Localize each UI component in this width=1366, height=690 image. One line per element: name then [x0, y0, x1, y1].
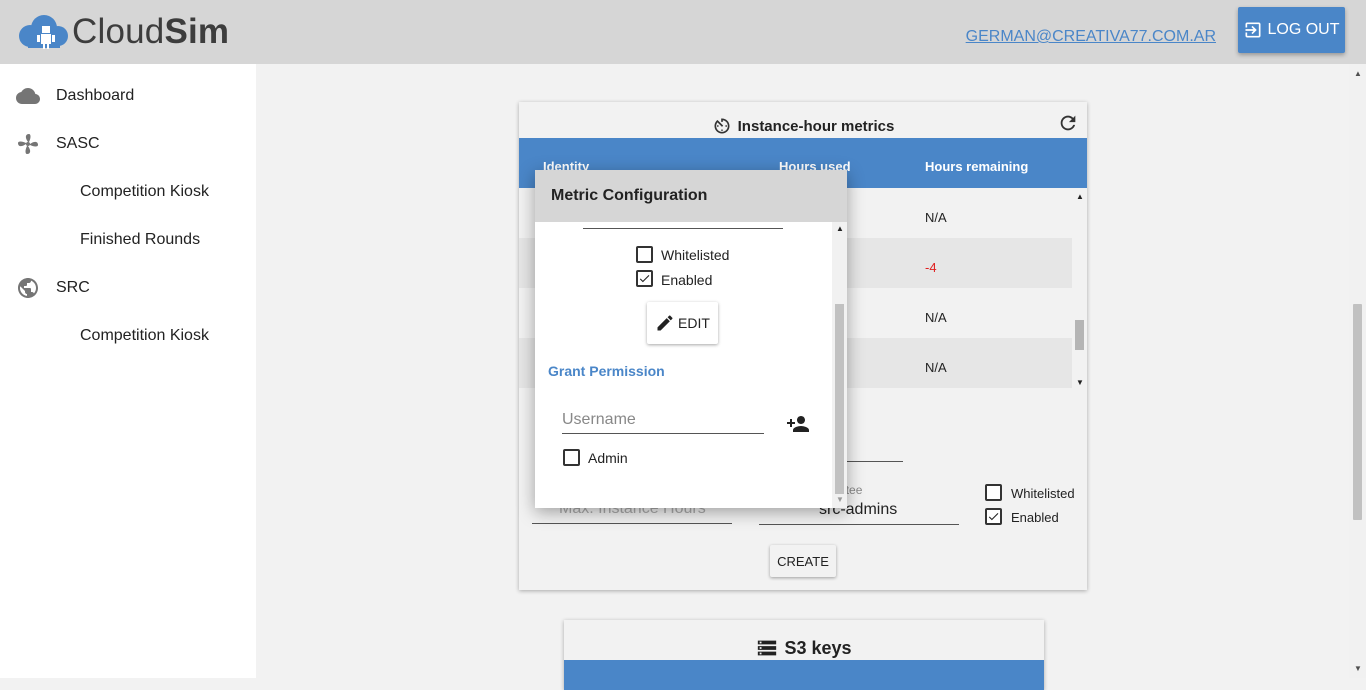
timer-icon [714, 118, 730, 134]
app-header: CloudSim GERMAN@CREATIVA77.COM.AR LOG OU… [0, 0, 1366, 64]
dialog-scrollbar-thumb[interactable] [835, 304, 844, 494]
pencil-icon [657, 315, 673, 331]
page-scrollbar-thumb[interactable] [1353, 304, 1362, 520]
form-field-underline[interactable] [583, 228, 783, 229]
sidebar-item-label: Finished Rounds [80, 231, 201, 248]
s3-table-header [564, 660, 1044, 690]
dialog-enabled-label: Enabled [661, 272, 713, 288]
logout-label: LOG OUT [1267, 21, 1340, 38]
table-scroll-up-icon[interactable]: ▲ [1076, 192, 1084, 201]
sidebar-item-sasc-competition-kiosk[interactable]: Competition Kiosk [0, 168, 256, 216]
admin-checkbox[interactable] [563, 449, 580, 466]
metrics-card-title: Instance-hour metrics [519, 116, 1087, 136]
table-scrollbar[interactable]: ▲ ▼ [1072, 190, 1087, 390]
logo-text-bold: Sim [164, 12, 230, 51]
create-button[interactable]: CREATE [770, 545, 836, 577]
add-user-icon[interactable] [786, 412, 810, 436]
create-button-label: CREATE [777, 553, 829, 569]
enabled-label: Enabled [1011, 510, 1059, 525]
dialog-scrollbar[interactable]: ▲ ▼ [832, 222, 847, 508]
column-header-hours-remaining[interactable]: Hours remaining [925, 159, 1028, 174]
page-scrollbar[interactable]: ▲ ▼ [1349, 64, 1366, 678]
dialog-body: Whitelisted Enabled EDIT Grant Permissio… [535, 222, 847, 508]
cloud-robot-logo-icon [19, 15, 68, 49]
edit-button-label: EDIT [678, 315, 710, 331]
hours-remaining-cell: N/A [925, 210, 947, 225]
refresh-icon[interactable] [1057, 112, 1079, 134]
metric-configuration-dialog: Metric Configuration Whitelisted Enabled… [535, 170, 847, 508]
sidebar-item-finished-rounds[interactable]: Finished Rounds [0, 216, 256, 264]
sidebar-item-sasc[interactable]: SASC [0, 120, 256, 168]
hours-remaining-cell: N/A [925, 360, 947, 375]
dialog-whitelisted-checkbox[interactable] [636, 246, 653, 263]
whitelisted-checkbox[interactable] [985, 484, 1002, 501]
sidebar-item-label: Competition Kiosk [80, 327, 209, 344]
user-email-link[interactable]: GERMAN@CREATIVA77.COM.AR [966, 28, 1216, 46]
sidebar-item-label: SRC [56, 279, 90, 296]
logout-button[interactable]: LOG OUT [1238, 7, 1345, 53]
enabled-checkbox[interactable] [985, 508, 1002, 525]
sidebar: Dashboard SASC Competition Kiosk Finishe… [0, 64, 256, 678]
username-placeholder: Username [562, 411, 636, 428]
cloudsim-logo[interactable]: CloudSim [14, 12, 229, 52]
metrics-title-text: Instance-hour metrics [737, 117, 895, 135]
logo-text-light: Cloud [72, 12, 165, 51]
dialog-title: Metric Configuration [551, 187, 708, 204]
hours-remaining-cell: N/A [925, 310, 947, 325]
dialog-enabled-checkbox[interactable] [636, 270, 653, 287]
s3-card-title: S3 keys [564, 637, 1044, 659]
sidebar-item-dashboard[interactable]: Dashboard [0, 72, 256, 120]
table-scrollbar-thumb[interactable] [1075, 320, 1084, 350]
checkmark-icon [988, 513, 999, 521]
dialog-whitelisted-label: Whitelisted [661, 247, 730, 263]
sidebar-item-src[interactable]: SRC [0, 264, 256, 312]
fan-icon [18, 134, 38, 154]
s3-keys-card: S3 keys [564, 620, 1044, 690]
edit-button[interactable]: EDIT [647, 302, 718, 344]
logo-text: CloudSim [72, 12, 229, 52]
sidebar-item-label: Competition Kiosk [80, 183, 209, 200]
hours-remaining-cell: -4 [925, 260, 937, 275]
s3-title-text: S3 keys [784, 637, 852, 658]
dialog-scroll-up-icon[interactable]: ▲ [836, 224, 844, 233]
dialog-header: Metric Configuration [535, 170, 847, 222]
dialog-scroll-down-icon[interactable]: ▼ [836, 495, 844, 504]
checkmark-icon [639, 275, 650, 283]
scroll-down-arrow-icon[interactable]: ▼ [1354, 664, 1362, 673]
sidebar-item-src-competition-kiosk[interactable]: Competition Kiosk [0, 312, 256, 360]
grant-permission-title: Grant Permission [548, 363, 665, 379]
sidebar-item-label: SASC [56, 135, 100, 152]
logout-icon [1245, 22, 1261, 38]
admin-label: Admin [588, 450, 628, 466]
username-input[interactable]: Username [562, 402, 764, 434]
whitelisted-label: Whitelisted [1011, 486, 1075, 501]
storage-icon [758, 640, 777, 656]
sidebar-item-label: Dashboard [56, 87, 135, 104]
scroll-up-arrow-icon[interactable]: ▲ [1354, 69, 1362, 78]
globe-icon [18, 278, 38, 298]
table-scroll-down-icon[interactable]: ▼ [1076, 378, 1084, 387]
cloud-icon [16, 88, 40, 104]
